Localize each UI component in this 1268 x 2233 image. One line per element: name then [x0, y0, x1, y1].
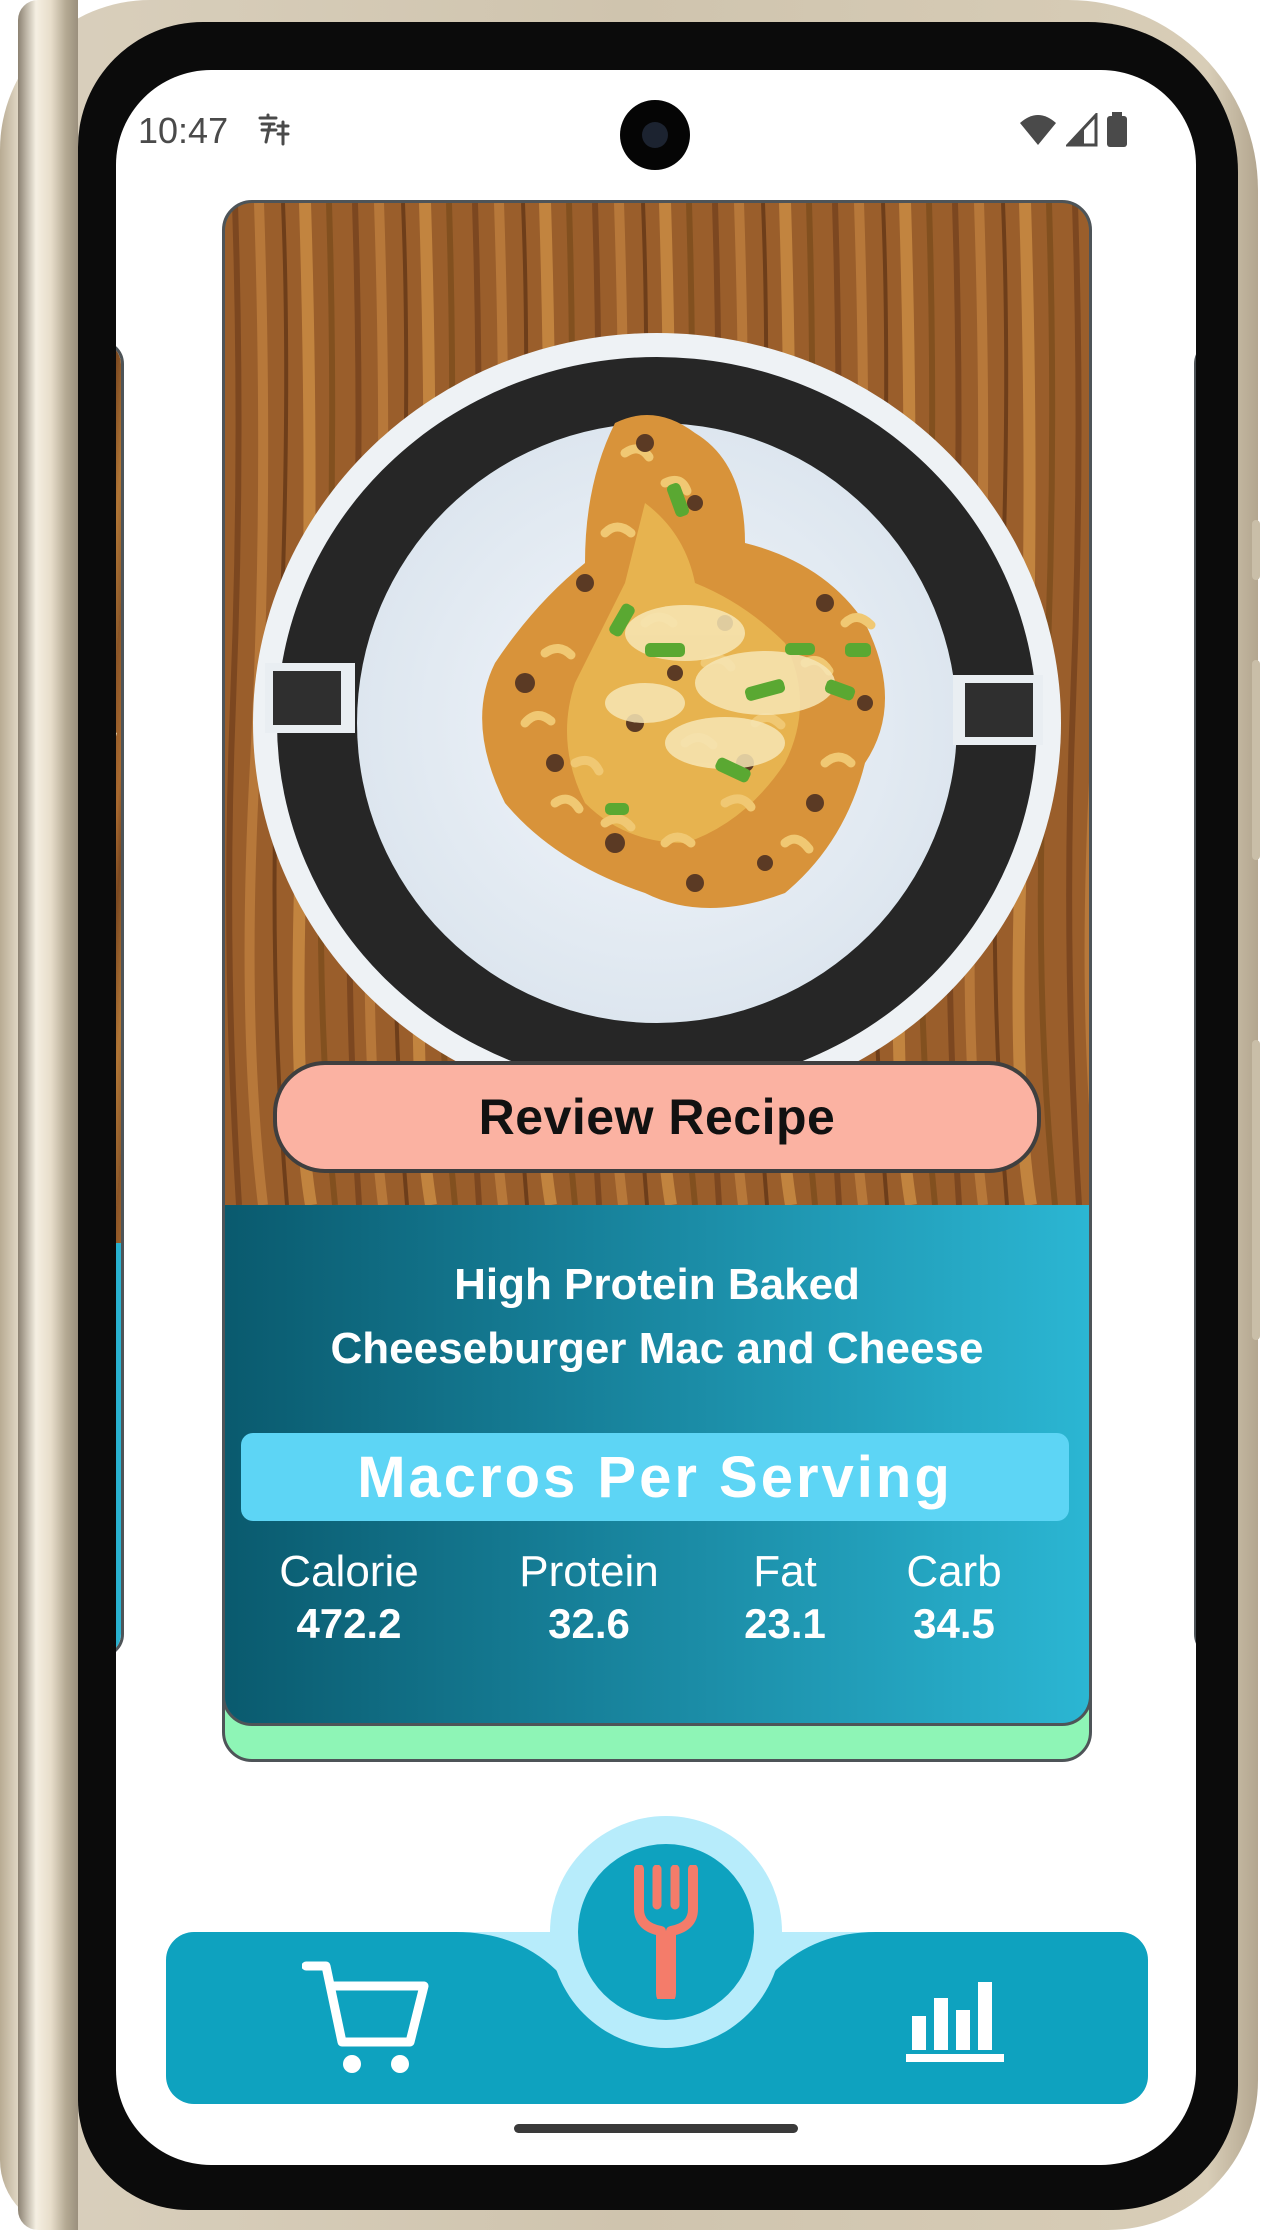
side-key — [1252, 1040, 1260, 1340]
macros-header: Macros Per Serving — [241, 1433, 1069, 1521]
stats-nav-button[interactable] — [904, 1964, 1014, 2064]
macro-value: 34.5 — [913, 1600, 995, 1647]
shopping-cart-nav-button[interactable] — [301, 1958, 430, 2078]
signal-icon — [1066, 113, 1098, 147]
volume-button — [1252, 520, 1260, 580]
bar-chart-icon — [906, 1982, 1004, 2062]
previous-recipe-info — [116, 1243, 121, 1655]
macro-carb: Carb 34.5 — [889, 1545, 1019, 1649]
macro-value: 23.1 — [744, 1600, 826, 1647]
previous-recipe-photo — [116, 343, 121, 1243]
home-indicator[interactable] — [514, 2124, 798, 2133]
front-camera — [620, 100, 690, 170]
power-button — [1252, 660, 1260, 860]
recipe-card-body: Review Recipe High Protein Baked Cheeseb… — [222, 200, 1092, 1726]
macro-label: Protein — [519, 1547, 659, 1596]
status-icons — [1018, 112, 1128, 148]
battery-icon — [1107, 112, 1127, 147]
macro-value: 32.6 — [548, 1600, 630, 1647]
recipe-photo — [225, 203, 1089, 1205]
shopping-cart-icon — [301, 1961, 429, 2073]
review-recipe-button[interactable]: Review Recipe — [273, 1061, 1041, 1173]
macro-fat: Fat 23.1 — [729, 1545, 841, 1649]
next-recipe-card[interactable] — [1194, 340, 1196, 1658]
macro-label: Calorie — [279, 1547, 419, 1596]
screen: 10:47 Review Recipe High Protein Baked C… — [116, 70, 1196, 2165]
previous-recipe-image — [116, 732, 117, 737]
fork-icon — [634, 1865, 698, 1999]
recipes-nav-button[interactable] — [578, 1844, 754, 2020]
recipe-info-panel: High Protein Baked Cheeseburger Mac and … — [225, 1205, 1089, 1723]
macro-label: Carb — [906, 1547, 1002, 1596]
recipe-title: High Protein Baked Cheeseburger Mac and … — [245, 1253, 1069, 1381]
macro-label: Fat — [753, 1547, 817, 1596]
macro-calorie: Calorie 472.2 — [269, 1545, 429, 1649]
macro-value: 472.2 — [296, 1600, 402, 1647]
previous-recipe-card[interactable] — [116, 340, 124, 1658]
wifi-icon — [1020, 115, 1056, 145]
recipe-card[interactable]: Review Recipe High Protein Baked Cheeseb… — [222, 200, 1092, 1762]
mac-and-cheese-image — [225, 203, 1089, 1205]
recipe-title-line-2: Cheeseburger Mac and Cheese — [330, 1324, 984, 1373]
recipe-title-line-1: High Protein Baked — [454, 1260, 860, 1309]
status-time: 10:47 — [138, 110, 229, 151]
macro-protein: Protein 32.6 — [509, 1545, 669, 1649]
translate-icon — [258, 113, 290, 146]
device-hinge — [18, 0, 78, 2230]
